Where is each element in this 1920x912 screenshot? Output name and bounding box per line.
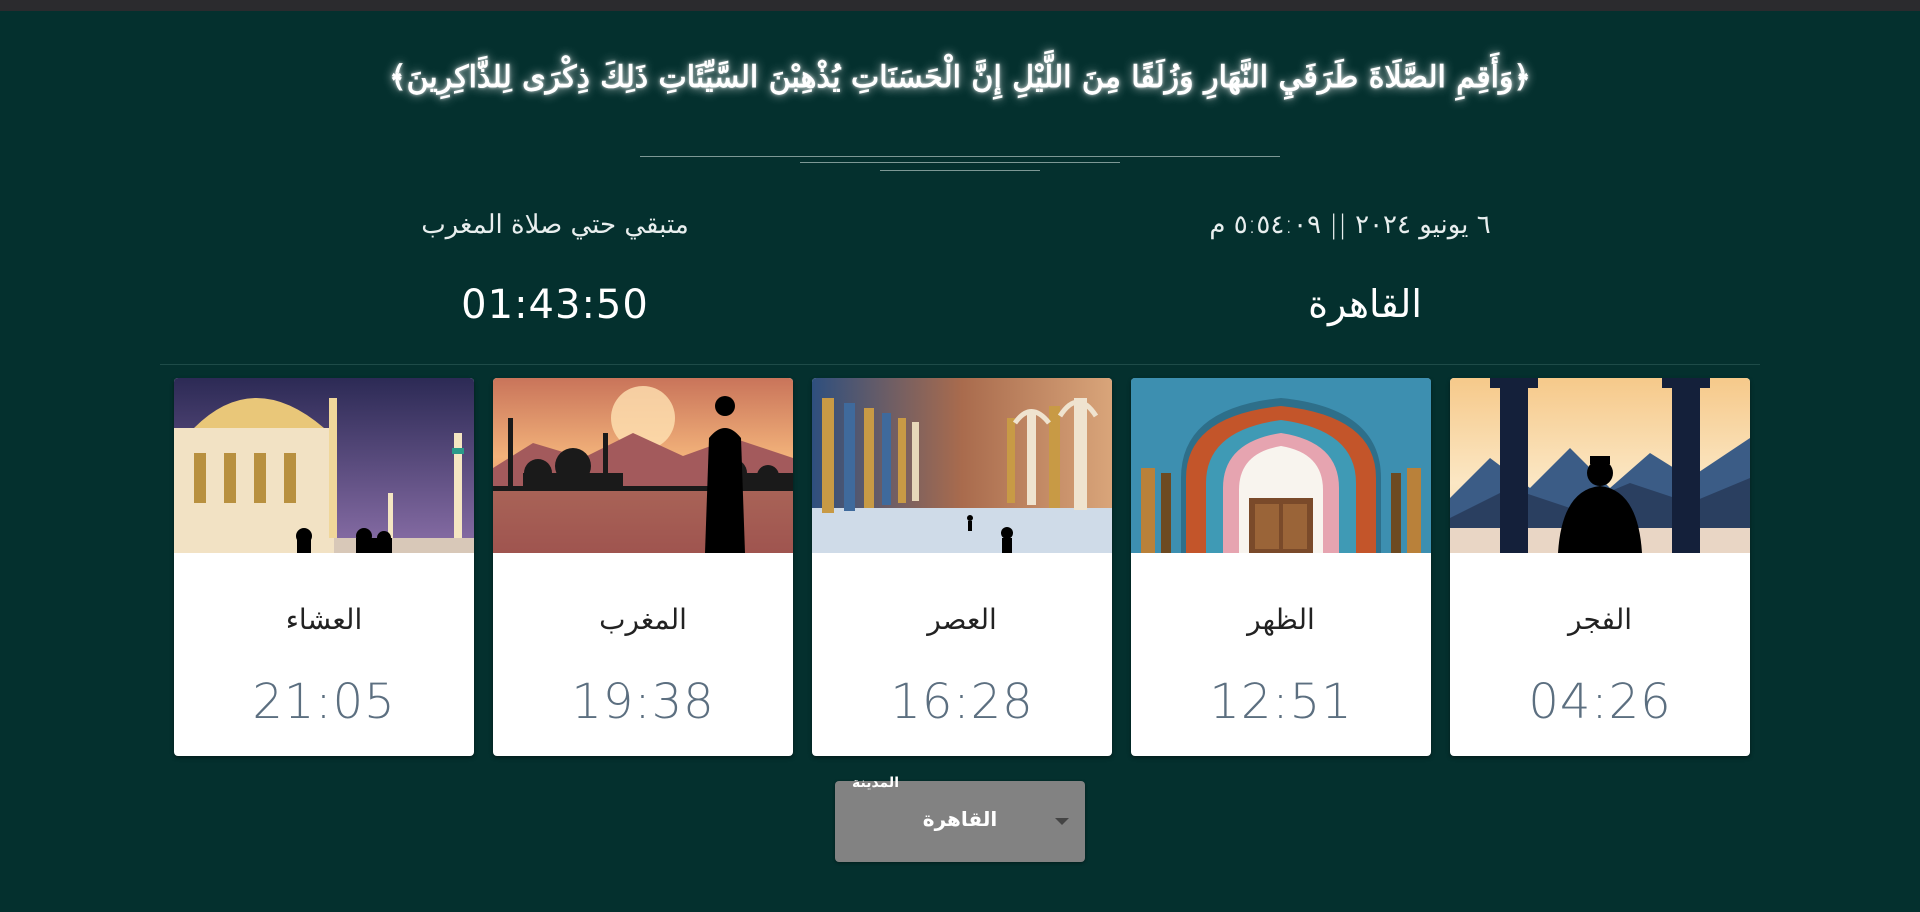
prayer-name: الفجر	[1568, 603, 1632, 636]
city-select-value: القاهرة	[922, 807, 998, 831]
chevron-down-icon[interactable]	[1055, 818, 1069, 825]
prayer-time: 16:28	[890, 674, 1034, 730]
prayer-card-maghrib: المغرب 19:38	[493, 378, 793, 756]
prayer-name: العشاء	[285, 603, 363, 636]
dawn-prayer-image	[1450, 378, 1750, 553]
top-bar	[0, 0, 1920, 11]
prayer-card-isha: العشاء 21:05	[174, 378, 474, 756]
remaining-label: متبقي حتي صلاة المغرب	[421, 210, 689, 240]
prayer-cards: الفجر 04:26 الظهر 12:51 العصر 16:28 المغ…	[172, 378, 1750, 756]
ornament-line	[640, 156, 1280, 157]
divider	[160, 364, 1760, 365]
prayer-name: الظهر	[1247, 603, 1315, 636]
countdown-timer: 01:43:50	[461, 282, 649, 328]
prayer-card-dhuhr: الظهر 12:51	[1131, 378, 1431, 756]
prayer-name: العصر	[927, 603, 997, 636]
prayer-time: 04:26	[1528, 674, 1672, 730]
prayer-time: 21:05	[252, 674, 396, 730]
sunset-mosque-image	[493, 378, 793, 553]
prayer-time: 19:38	[571, 674, 715, 730]
mosque-arch-image	[1131, 378, 1431, 553]
prayer-name: المغرب	[599, 603, 687, 636]
date-time: ٦ يونيو ٢٠٢٤ || ٥:٥٤:٠٩ م	[1209, 210, 1491, 240]
prayer-card-fajr: الفجر 04:26	[1450, 378, 1750, 756]
city-select-label: المدينة	[852, 775, 899, 791]
night-mosque-image	[174, 378, 474, 553]
quran-verse: ﴿وَأَقِمِ الصَّلَاةَ طَرَفَيِ النَّهَارِ…	[388, 60, 1532, 95]
ornament-line	[880, 170, 1040, 171]
prayer-time: 12:51	[1209, 674, 1353, 730]
colonnade-image	[812, 378, 1112, 553]
ornament-line	[800, 162, 1120, 163]
city-name: القاهرة	[1308, 282, 1422, 326]
prayer-card-asr: العصر 16:28	[812, 378, 1112, 756]
city-select[interactable]: القاهرة	[835, 781, 1085, 862]
